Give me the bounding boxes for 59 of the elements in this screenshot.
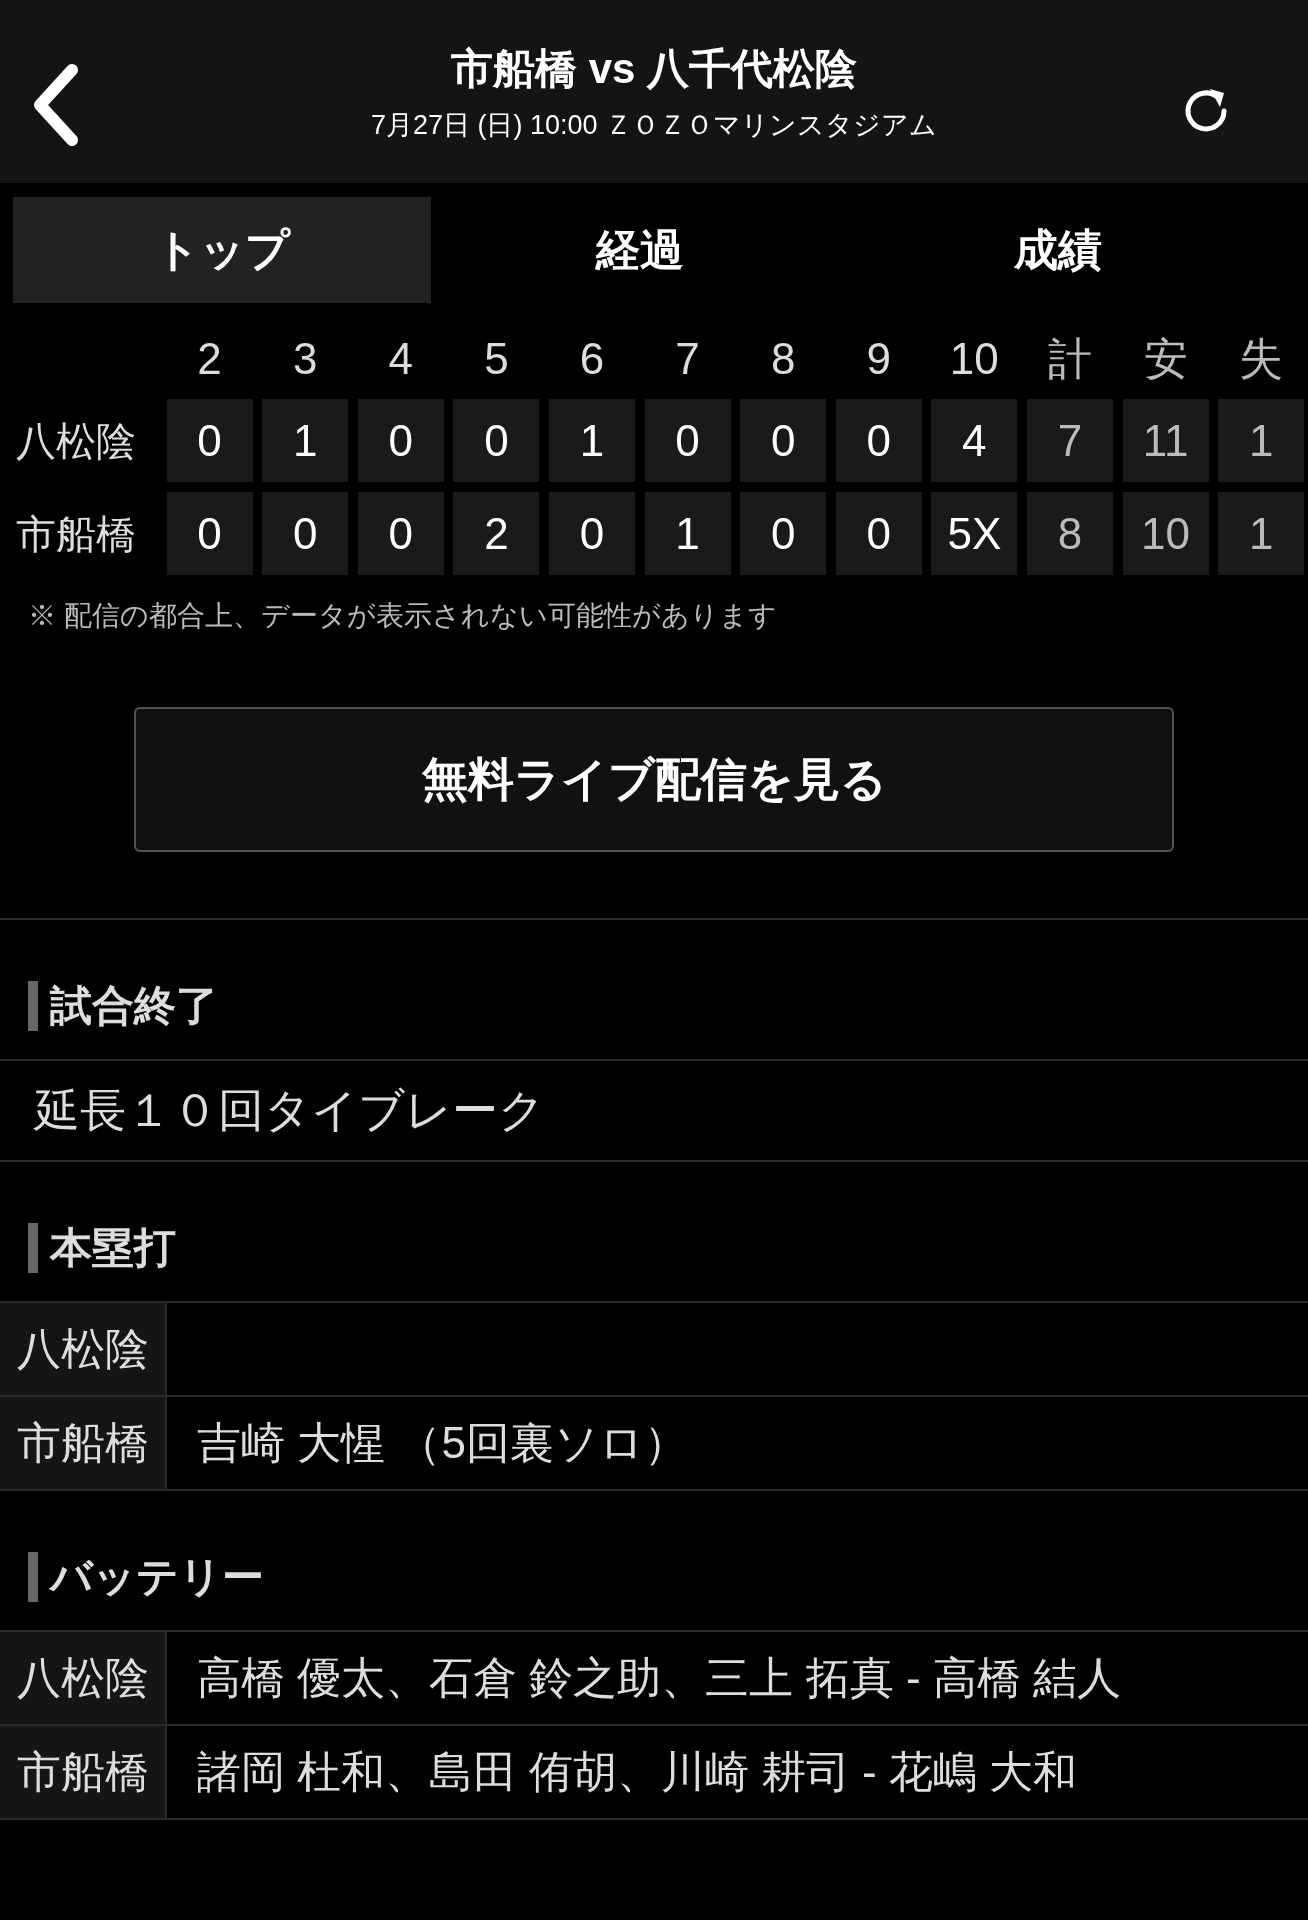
column-header: 計	[1046, 333, 1093, 385]
column-header: 3	[291, 333, 319, 385]
match-title: 市船橋 vs 八千代松陰	[450, 48, 858, 90]
player-text: 高橋 優太、石倉 鈴之助、三上 拓真 - 高橋 結人	[196, 1652, 1121, 1704]
score-cell: 0	[548, 492, 635, 575]
section-title: 試合終了	[50, 981, 218, 1031]
tab[interactable]: 経過	[431, 197, 849, 303]
score-cell: 0	[740, 399, 827, 482]
score-cell: 0	[262, 492, 349, 575]
team-name: 市船橋	[15, 510, 137, 558]
section-title: 本塁打	[50, 1223, 176, 1273]
score-cell: 0	[835, 399, 922, 482]
score-cell: 0	[357, 399, 444, 482]
section-title: バッテリー	[50, 1552, 264, 1602]
section-marker	[28, 1551, 38, 1602]
column-header: 6	[578, 333, 606, 385]
column-header: 10	[948, 333, 1000, 385]
score-cell: 5X	[931, 492, 1018, 575]
team-label: 市船橋	[0, 1397, 167, 1489]
score-cell: 0	[166, 399, 253, 482]
score-cell: 2	[453, 492, 540, 575]
score-cell: 1	[548, 399, 635, 482]
score-cell: 1	[1218, 492, 1305, 575]
column-header: 7	[674, 333, 701, 385]
match-info: 7月27日 (日) 10:00 ＺＯＺＯマリンスタジアム	[370, 112, 938, 139]
team-label: 市船橋	[0, 1726, 167, 1818]
score-cell: 1	[1218, 399, 1305, 482]
notice-text: ※ 配信の都合上、データが表示されない可能性があります	[27, 599, 778, 633]
column-header: 安	[1142, 333, 1189, 385]
score-cell: 1	[644, 492, 731, 575]
score-cell: 11	[1122, 399, 1209, 482]
tab[interactable]: 成績	[849, 197, 1267, 303]
column-header: 4	[387, 333, 414, 385]
score-cell: 0	[453, 399, 540, 482]
score-cell: 4	[931, 399, 1018, 482]
column-header: 9	[865, 333, 892, 385]
column-header: 8	[769, 333, 797, 385]
score-cell: 7	[1026, 399, 1113, 482]
team-label: 八松陰	[0, 1303, 167, 1395]
team-label: 八松陰	[0, 1632, 167, 1724]
score-cell: 1	[262, 399, 349, 482]
score-cell: 8	[1026, 492, 1113, 575]
live-stream-button[interactable]: 無料ライブ配信を見る	[134, 707, 1174, 852]
score-cell: 0	[644, 399, 731, 482]
score-cell: 0	[740, 492, 827, 575]
column-header: 5	[483, 333, 510, 385]
score-cell: 0	[357, 492, 444, 575]
column-header: 失	[1238, 333, 1285, 385]
score-cell: 0	[166, 492, 253, 575]
team-name: 八松陰	[15, 417, 137, 465]
column-header: 2	[196, 333, 223, 385]
score-cell: 10	[1122, 492, 1209, 575]
section-marker	[28, 980, 38, 1031]
player-text: 吉崎 大惺 （5回裏ソロ）	[196, 1417, 688, 1469]
section-marker	[28, 1222, 38, 1273]
score-cell: 0	[835, 492, 922, 575]
tab[interactable]: トップ	[13, 197, 431, 303]
result-text: 延長１０回タイブレーク	[34, 1083, 545, 1138]
player-text: 諸岡 杜和、島田 侑胡、川崎 耕司 - 花嶋 大和	[196, 1746, 1077, 1798]
